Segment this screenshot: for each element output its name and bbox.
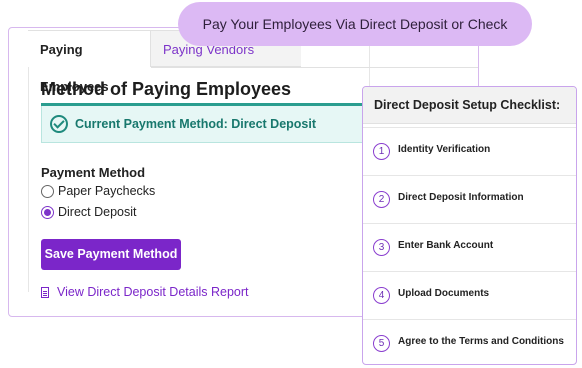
report-link[interactable]: View Direct Deposit Details Report [41, 285, 249, 299]
radio-label: Direct Deposit [58, 205, 137, 219]
document-icon [41, 287, 49, 298]
checklist-item[interactable]: 4 Upload Documents [363, 271, 576, 319]
step-number: 4 [373, 287, 390, 304]
step-number: 3 [373, 239, 390, 256]
step-label: Direct Deposit Information [398, 192, 524, 203]
headline-banner: Pay Your Employees Via Direct Deposit or… [178, 2, 532, 46]
tab-paying-employees[interactable]: Paying Employees [28, 30, 151, 94]
radio-button-selected[interactable] [41, 206, 54, 219]
checklist-item[interactable]: 2 Direct Deposit Information [363, 175, 576, 223]
page-title: Method of Paying Employees [41, 79, 292, 99]
check-circle-icon [50, 115, 68, 133]
tab-divider [151, 67, 478, 68]
status-banner: Current Payment Method: Direct Deposit [41, 106, 363, 143]
step-label: Identity Verification [398, 144, 491, 155]
step-label: Upload Documents [398, 288, 490, 299]
step-number: 2 [373, 191, 390, 208]
radio-button[interactable] [41, 185, 54, 198]
radio-label: Paper Paychecks [58, 184, 156, 198]
step-label: Enter Bank Account [398, 240, 494, 251]
checklist-item[interactable]: 1 Identity Verification [363, 127, 576, 175]
step-number: 5 [373, 335, 390, 352]
checklist-item[interactable]: 3 Enter Bank Account [363, 223, 576, 271]
setup-checklist: Direct Deposit Setup Checklist: 1 Identi… [362, 86, 577, 365]
checklist-item[interactable]: 5 Agree to the Terms and Conditions [363, 319, 576, 364]
checklist-title: Direct Deposit Setup Checklist: [363, 87, 576, 124]
payment-method-label: Payment Method [41, 165, 146, 180]
step-label: Agree to the Terms and Conditions [398, 336, 564, 347]
save-payment-method-button[interactable]: Save Payment Method [41, 239, 181, 270]
status-text: Current Payment Method: Direct Deposit [75, 117, 317, 131]
step-number: 1 [373, 143, 390, 160]
report-link-label[interactable]: View Direct Deposit Details Report [57, 285, 249, 299]
